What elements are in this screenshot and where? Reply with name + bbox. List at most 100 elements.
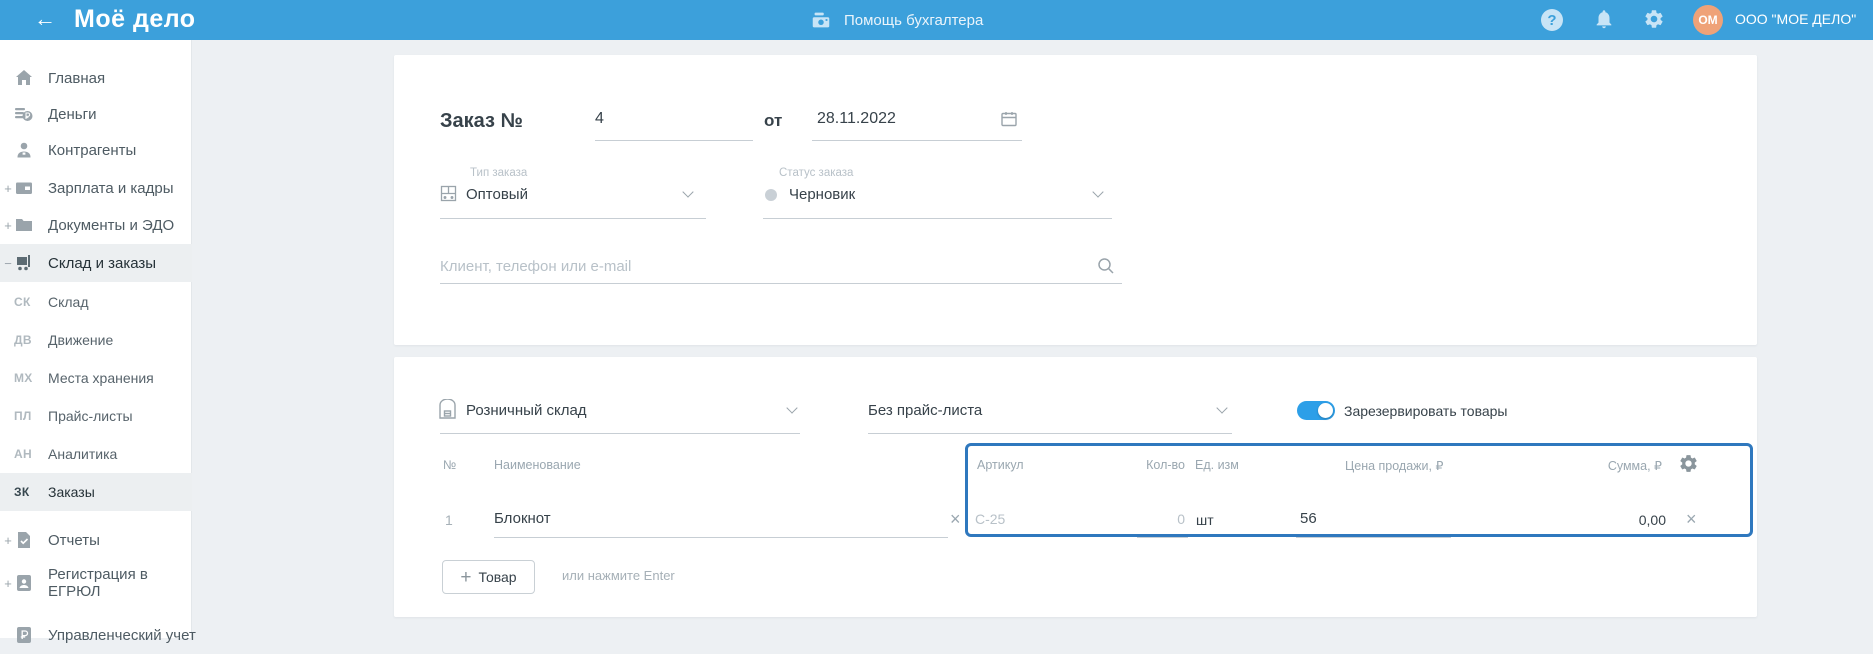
chevron-down-icon[interactable] bbox=[1092, 186, 1104, 198]
sidebar-item-label: Движение bbox=[48, 332, 114, 348]
order-title: Заказ № bbox=[440, 110, 523, 132]
order-header-panel: Заказ № от Тип заказа Оптовый Статус зак… bbox=[394, 55, 1757, 345]
wallet-icon bbox=[14, 178, 34, 198]
item-price-input[interactable] bbox=[1300, 510, 1450, 527]
sidebar-item-label: Документы и ЭДО bbox=[48, 216, 175, 234]
order-type-label: Тип заказа bbox=[470, 167, 528, 179]
ruble-doc-icon bbox=[14, 625, 34, 645]
collapse-minus-icon[interactable]: − bbox=[3, 256, 13, 271]
subitem-code: ПЛ bbox=[14, 409, 32, 423]
reserve-label: Зарезервировать товары bbox=[1344, 403, 1508, 419]
registration-doc-icon bbox=[14, 573, 34, 593]
add-item-button[interactable]: + Товар bbox=[442, 560, 535, 594]
sidebar-item-label: Места хранения bbox=[48, 370, 154, 386]
settings-gear-icon[interactable] bbox=[1643, 8, 1665, 30]
sidebar-item-zarplata[interactable]: + Зарплата и кадры bbox=[0, 169, 192, 207]
folder-icon bbox=[14, 215, 34, 235]
sidebar-item-label: Деньги bbox=[48, 105, 97, 123]
order-type-underline bbox=[440, 218, 706, 219]
client-underline bbox=[440, 283, 1122, 284]
client-search-input[interactable] bbox=[440, 258, 1080, 275]
report-check-icon bbox=[14, 530, 34, 550]
col-header-num: № bbox=[443, 458, 457, 472]
sidebar-subitem-mesta-hraneniya[interactable]: МХ Места хранения bbox=[0, 359, 192, 397]
sidebar-item-sklad-i-zakazy[interactable]: − Склад и заказы bbox=[0, 244, 192, 282]
order-date-input[interactable] bbox=[817, 110, 987, 128]
sidebar-item-label: Аналитика bbox=[48, 446, 118, 462]
search-icon[interactable] bbox=[1096, 256, 1116, 276]
sidebar-item-label: Управленческий учет bbox=[48, 626, 196, 644]
sidebar-item-upravlencheskiy-uchet[interactable]: Управленческий учет bbox=[0, 616, 196, 654]
sidebar-item-label: Регистрация в ЕГРЮЛ bbox=[48, 566, 148, 600]
warehouse-underline bbox=[440, 433, 800, 434]
chevron-down-icon[interactable] bbox=[682, 186, 694, 198]
order-status-value[interactable]: Черновик bbox=[789, 186, 855, 203]
add-item-label: Товар bbox=[478, 569, 517, 585]
subitem-code: МХ bbox=[14, 371, 33, 385]
expand-plus-icon[interactable]: + bbox=[3, 533, 13, 548]
sidebar-item-dokumenty[interactable]: + Документы и ЭДО bbox=[0, 206, 192, 244]
order-number-underline bbox=[595, 140, 753, 141]
sidebar-item-dengi[interactable]: Деньги bbox=[0, 95, 192, 133]
subitem-code: АН bbox=[14, 447, 32, 461]
clear-name-icon[interactable]: × bbox=[950, 510, 961, 528]
warehouse-select-value[interactable]: Розничный склад bbox=[466, 402, 587, 419]
order-date-underline bbox=[812, 140, 1022, 141]
order-type-icon bbox=[440, 185, 457, 202]
calendar-icon[interactable] bbox=[1000, 110, 1018, 128]
order-status-label: Статус заказа bbox=[779, 167, 854, 179]
status-dot-icon bbox=[765, 189, 777, 201]
item-qty-underline bbox=[1137, 537, 1188, 538]
help-center-link[interactable]: Помощь бухгалтера bbox=[810, 0, 983, 40]
sidebar-item-label: Прайс-листы bbox=[48, 408, 133, 424]
table-settings-gear-icon[interactable] bbox=[1678, 453, 1699, 474]
pricelist-select-value[interactable]: Без прайс-листа bbox=[868, 402, 982, 419]
plus-icon: + bbox=[460, 566, 472, 588]
help-center-label: Помощь бухгалтера bbox=[844, 11, 984, 29]
sidebar-item-label: Зарплата и кадры bbox=[48, 179, 174, 197]
item-name-input[interactable] bbox=[494, 510, 934, 527]
notifications-bell-icon[interactable] bbox=[1593, 8, 1615, 30]
sidebar-subitem-sklad[interactable]: СК Склад bbox=[0, 283, 192, 321]
app-logo[interactable]: Моё дело bbox=[74, 5, 196, 34]
expand-plus-icon[interactable]: + bbox=[3, 218, 13, 233]
order-from-label: от bbox=[764, 111, 783, 130]
sidebar-subitem-analitika[interactable]: АН Аналитика bbox=[0, 435, 192, 473]
sidebar-nav: Главная Деньги Контрагенты + Зарплата и … bbox=[0, 40, 196, 644]
back-arrow-icon[interactable]: ← bbox=[34, 6, 56, 32]
sidebar-subitem-dvizhenie[interactable]: ДВ Движение bbox=[0, 321, 192, 359]
order-items-panel: Розничный склад Без прайс-листа Зарезерв… bbox=[394, 357, 1757, 617]
order-status-underline bbox=[763, 218, 1112, 219]
item-qty-input[interactable] bbox=[1135, 511, 1185, 527]
sidebar-item-kontragenty[interactable]: Контрагенты bbox=[0, 131, 192, 169]
sidebar-subitem-zakazy[interactable]: ЗК Заказы bbox=[0, 473, 192, 511]
help-icon[interactable]: ? bbox=[1541, 9, 1563, 31]
user-avatar[interactable]: ОМ bbox=[1693, 5, 1723, 35]
sidebar-item-registraciya-egryul[interactable]: + Регистрация в ЕГРЮЛ bbox=[0, 560, 192, 606]
sidebar-item-otchety[interactable]: + Отчеты bbox=[0, 521, 192, 559]
chevron-down-icon[interactable] bbox=[1216, 402, 1228, 414]
sidebar-item-label: Главная bbox=[48, 69, 106, 87]
col-header-unit: Ед. изм bbox=[1195, 458, 1239, 472]
col-header-qty: Кол-во bbox=[1146, 458, 1185, 472]
add-item-hint: или нажмите Enter bbox=[562, 568, 675, 583]
order-number-input[interactable] bbox=[595, 110, 753, 128]
toggle-knob bbox=[1318, 403, 1333, 418]
sidebar-subitem-prays-listy[interactable]: ПЛ Прайс-листы bbox=[0, 397, 192, 435]
col-header-sum: Сумма, ₽ bbox=[1607, 459, 1662, 473]
reserve-toggle[interactable] bbox=[1297, 401, 1335, 420]
order-type-value[interactable]: Оптовый bbox=[466, 186, 528, 203]
top-header: ← Моё дело Помощь бухгалтера ? ОМ ООО "М… bbox=[0, 0, 1873, 40]
item-unit[interactable]: шт bbox=[1196, 512, 1214, 528]
expand-plus-icon[interactable]: + bbox=[3, 576, 13, 591]
home-icon bbox=[14, 68, 34, 88]
chevron-down-icon[interactable] bbox=[786, 402, 798, 414]
help-center-icon bbox=[810, 9, 832, 31]
company-name[interactable]: ООО "МОЕ ДЕЛО" bbox=[1735, 11, 1856, 27]
subitem-code: СК bbox=[14, 295, 31, 309]
sidebar-item-glavnaya[interactable]: Главная bbox=[0, 59, 192, 97]
delete-row-icon[interactable]: × bbox=[1686, 510, 1697, 528]
item-article-input[interactable] bbox=[975, 511, 1085, 527]
expand-plus-icon[interactable]: + bbox=[3, 181, 13, 196]
handtruck-icon bbox=[14, 253, 34, 273]
